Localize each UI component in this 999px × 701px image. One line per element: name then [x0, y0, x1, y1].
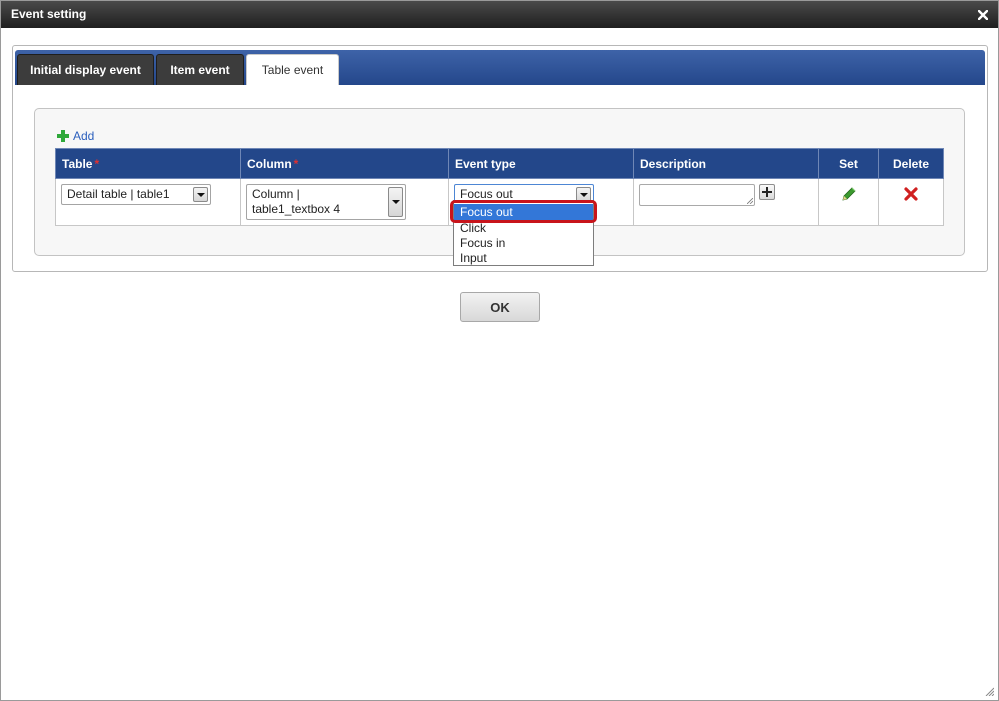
header-column-label: Column [247, 156, 292, 171]
title-bar: Event setting [1, 1, 998, 28]
option-focus-in[interactable]: Focus in [454, 236, 593, 251]
required-mark: * [293, 156, 299, 171]
delete-x-icon[interactable] [903, 186, 919, 202]
table-header-row: Table * Column * Event type Description Se… [55, 148, 944, 179]
table-select-value: Detail table | table1 [67, 187, 170, 201]
header-event-type: Event type [448, 148, 634, 179]
option-input[interactable]: Input [454, 251, 593, 266]
event-type-select-value: Focus out [460, 187, 513, 201]
event-setting-dialog: Event setting Initial display event Item… [0, 0, 999, 701]
header-description: Description [633, 148, 819, 179]
tab-item-event[interactable]: Item event [156, 54, 244, 85]
pencil-icon[interactable] [840, 185, 858, 203]
cell-table: Detail table | table1 [55, 178, 241, 226]
table-select[interactable]: Detail table | table1 [61, 184, 211, 205]
column-select[interactable]: Column | table1_textbox 4 [246, 184, 406, 220]
window-resize-icon[interactable] [984, 686, 994, 696]
add-row-button[interactable]: Add [56, 129, 94, 143]
tab-bar: Initial display event Item event Table e… [15, 50, 985, 85]
tab-table-event[interactable]: Table event [246, 54, 339, 85]
add-plus-icon [57, 130, 69, 142]
chevron-down-icon [193, 187, 208, 202]
close-icon[interactable] [976, 1, 990, 28]
event-type-dropdown-list: Focus out Click Focus in Input [453, 200, 594, 266]
column-select-value: Column | table1_textbox 4 [252, 187, 341, 216]
cell-description [633, 178, 819, 226]
option-focus-out[interactable]: Focus out [454, 204, 593, 221]
ok-button[interactable]: OK [460, 292, 540, 322]
header-table-label: Table [62, 156, 93, 171]
header-table: Table * [55, 148, 241, 179]
resize-grip-icon [747, 198, 753, 204]
description-wrap [639, 184, 813, 206]
plus-icon [762, 187, 772, 197]
cell-set [818, 178, 879, 226]
cell-delete [878, 178, 944, 226]
add-label: Add [73, 129, 95, 143]
tab-initial-display-event[interactable]: Initial display event [17, 54, 154, 85]
header-set: Set [818, 148, 879, 179]
header-delete: Delete [878, 148, 944, 179]
dialog-title: Event setting [11, 7, 87, 21]
required-mark: * [94, 156, 100, 171]
cell-column: Column | table1_textbox 4 [240, 178, 449, 226]
chevron-down-icon [388, 187, 403, 217]
option-click[interactable]: Click [454, 221, 593, 236]
add-description-button[interactable] [759, 184, 775, 200]
description-input[interactable] [639, 184, 755, 206]
header-column: Column * [240, 148, 449, 179]
